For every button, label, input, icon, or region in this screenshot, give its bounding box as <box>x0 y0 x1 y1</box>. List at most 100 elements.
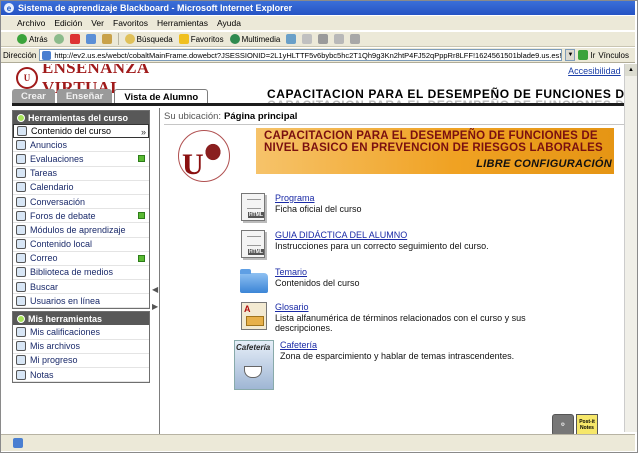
dictionary-icon[interactable] <box>239 302 269 332</box>
sidebar-item-label: Calendario <box>30 182 74 193</box>
back-arrow-icon <box>17 34 27 44</box>
programa-link[interactable]: Programa <box>275 193 362 204</box>
sidebar-item-conversacion[interactable]: Conversación <box>13 195 149 210</box>
scroll-up-icon[interactable]: ▲ <box>625 64 637 76</box>
forward-button[interactable] <box>53 34 64 44</box>
menu-herramientas[interactable]: Herramientas <box>157 18 208 28</box>
content-item-glosario: Glosario Lista alfanumérica de términos … <box>239 302 575 334</box>
html-document-icon[interactable] <box>239 230 269 260</box>
sidebar-item-calendario[interactable]: Calendario <box>13 181 149 195</box>
sidebar-item-notas[interactable]: Notas <box>13 368 149 383</box>
tools-gear-icon[interactable]: ⚙ <box>552 414 574 436</box>
cafeteria-link[interactable]: Cafetería <box>280 340 514 351</box>
notes-icon <box>16 369 26 380</box>
coffee-icon[interactable]: Cafetería <box>234 340 274 390</box>
media-library-icon <box>16 267 26 278</box>
history-icon[interactable] <box>286 34 297 44</box>
sidebar-splitter[interactable]: ◀ ▶ <box>152 110 158 430</box>
vertical-scrollbar[interactable]: ▲ <box>624 64 637 432</box>
url-input[interactable]: http://ev2.us.es/webct/cobaltMainFrame.d… <box>39 49 563 61</box>
url-dropdown-button[interactable]: ▼ <box>565 49 576 61</box>
guia-didactica-link[interactable]: GUIA DIDÁCTICA DEL ALUMNO <box>275 230 489 241</box>
multimedia-label: Multimedia <box>241 34 281 44</box>
links-label[interactable]: Vínculos <box>598 51 635 60</box>
back-button[interactable]: Atrás <box>17 34 48 44</box>
window-title: Sistema de aprendizaje Blackboard - Micr… <box>18 3 293 13</box>
sidebar: Herramientas del curso Contenido del cur… <box>12 110 150 384</box>
sidebar-item-mis-calificaciones[interactable]: Mis calificaciones <box>13 325 149 340</box>
content-item-programa: Programa Ficha oficial del curso <box>239 193 362 223</box>
go-label: Ir <box>590 50 596 60</box>
sidebar-item-label: Mis calificaciones <box>30 327 101 338</box>
my-tools-title: Mis herramientas <box>28 313 103 324</box>
menu-archivo[interactable]: Archivo <box>17 18 45 28</box>
refresh-icon[interactable] <box>85 34 96 44</box>
sidebar-item-label: Anuncios <box>30 139 68 150</box>
temario-link[interactable]: Temario <box>275 267 360 278</box>
tab-vista-de-alumno[interactable]: Vista de Alumno <box>114 89 209 104</box>
edit-icon[interactable] <box>334 34 345 44</box>
sidebar-item-anuncios[interactable]: Anuncios <box>13 138 149 153</box>
sidebar-item-label: Buscar <box>30 281 59 292</box>
sidebar-item-correo[interactable]: Correo <box>13 252 149 266</box>
main-content: Su ubicación: Página principal U CAPACIT… <box>164 110 634 430</box>
sidebar-item-contenido-local[interactable]: Contenido local <box>13 238 149 252</box>
tab-crear[interactable]: Crear <box>12 89 55 103</box>
go-button[interactable]: Ir <box>578 50 595 60</box>
sidebar-item-mi-progreso[interactable]: Mi progreso <box>13 354 149 368</box>
banner-title-line1: CAPACITACION PARA EL DESEMPEÑO DE FUNCIO… <box>264 130 598 142</box>
post-it-notes-icon[interactable]: Post-it Notes <box>576 414 598 436</box>
sidebar-item-buscar[interactable]: Buscar <box>13 280 149 295</box>
go-arrow-icon <box>578 50 589 60</box>
collapse-toggle-icon <box>17 314 25 323</box>
ie-icon: e <box>4 3 14 13</box>
cafeteria-image-label: Cafetería <box>236 343 271 352</box>
sidebar-item-biblioteca-de-medios[interactable]: Biblioteca de medios <box>13 266 149 281</box>
sidebar-item-mis-archivos[interactable]: Mis archivos <box>13 340 149 354</box>
my-tools-header[interactable]: Mis herramientas <box>13 312 149 326</box>
programa-description: Ficha oficial del curso <box>275 203 362 214</box>
sidebar-item-label: Notas <box>30 369 54 380</box>
content-item-temario: Temario Contenidos del curso <box>239 267 360 297</box>
favorites-button[interactable]: Favoritos <box>178 34 224 44</box>
sidebar-item-label: Contenido local <box>30 239 93 250</box>
back-label: Atrás <box>29 34 48 44</box>
window-titlebar: e Sistema de aprendizaje Blackboard - Mi… <box>1 1 635 15</box>
menu-ver[interactable]: Ver <box>91 18 104 28</box>
breadcrumb-current: Página principal <box>224 111 298 122</box>
home-icon[interactable] <box>101 34 112 44</box>
content-divider <box>159 108 160 434</box>
home-icon <box>17 126 27 137</box>
double-chevron-icon[interactable]: » <box>141 127 146 137</box>
sidebar-item-foros-de-debate[interactable]: Foros de debate <box>13 209 149 224</box>
guia-didactica-description: Instrucciones para un correcto seguimien… <box>275 240 489 251</box>
course-tools-header[interactable]: Herramientas del curso <box>13 111 149 124</box>
forward-arrow-icon <box>53 34 64 44</box>
menu-favoritos[interactable]: Favoritos <box>113 18 148 28</box>
files-icon <box>16 341 26 352</box>
expand-arrow-icon[interactable]: ▶ <box>152 302 158 311</box>
multimedia-button[interactable]: Multimedia <box>229 34 281 44</box>
collapse-arrow-icon[interactable]: ◀ <box>152 285 158 294</box>
tab-ensenar[interactable]: Enseñar <box>56 89 113 103</box>
sidebar-item-tareas[interactable]: Tareas <box>13 167 149 181</box>
accessibility-link[interactable]: Accesibilidad <box>568 66 621 76</box>
site-logo[interactable]: U ENSEÑANZA VIRTUAL <box>12 64 232 97</box>
discuss-icon[interactable] <box>350 34 361 44</box>
sidebar-item-usuarios-en-linea[interactable]: Usuarios en línea <box>13 294 149 309</box>
html-document-icon[interactable] <box>239 193 269 223</box>
print-icon[interactable] <box>318 34 329 44</box>
menu-edicion[interactable]: Edición <box>54 18 82 28</box>
breadcrumb-label: Su ubicación: <box>164 111 222 122</box>
search-label: Búsqueda <box>136 34 173 44</box>
sidebar-item-modulos-de-aprendizaje[interactable]: Módulos de aprendizaje <box>13 223 149 238</box>
mail-icon[interactable] <box>302 34 313 44</box>
stop-icon[interactable] <box>69 34 80 44</box>
sidebar-item-evaluaciones[interactable]: Evaluaciones <box>13 152 149 167</box>
search-button[interactable]: Búsqueda <box>124 34 173 44</box>
sidebar-item-label: Mi progreso <box>30 355 78 366</box>
sidebar-item-contenido-del-curso[interactable]: Contenido del curso » <box>13 124 149 139</box>
folder-icon[interactable] <box>239 267 269 297</box>
menu-ayuda[interactable]: Ayuda <box>217 18 241 28</box>
glosario-link[interactable]: Glosario <box>275 302 575 313</box>
